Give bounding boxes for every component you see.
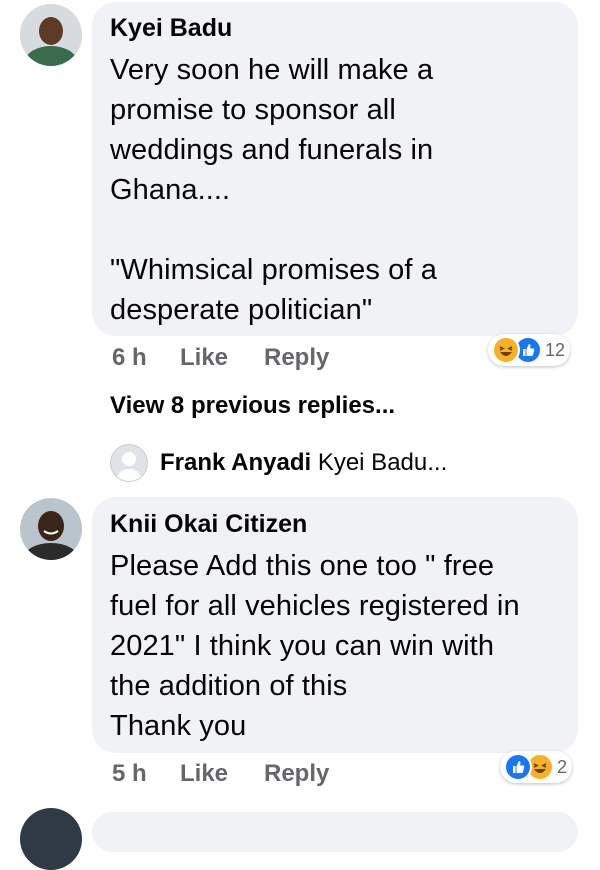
haha-icon <box>492 336 520 364</box>
reaction-summary[interactable]: 12 <box>488 334 571 366</box>
reply-preview-snippet: Kyei Badu... <box>317 449 448 476</box>
comment-text: Please Add this one too " free fuel for … <box>110 550 520 742</box>
comment-timestamp[interactable]: 5 h <box>112 760 147 788</box>
comment-author[interactable]: Knii Okai Citizen <box>110 510 307 539</box>
like-button[interactable]: Like <box>180 344 228 372</box>
reply-button[interactable]: Reply <box>264 760 329 788</box>
reaction-count: 12 <box>545 339 566 360</box>
reaction-summary[interactable]: 2 <box>500 751 573 783</box>
view-previous-replies-link[interactable]: View 8 previous replies... <box>110 392 395 420</box>
comment-author[interactable]: Kyei Badu <box>110 14 232 43</box>
default-avatar-icon[interactable] <box>110 444 148 482</box>
avatar-knii-okai-citizen[interactable] <box>20 498 82 560</box>
comment-timestamp[interactable]: 6 h <box>112 344 147 372</box>
reaction-count: 2 <box>557 756 568 777</box>
reply-preview[interactable]: Frank Anyadi Kyei Badu... <box>160 449 447 477</box>
like-button[interactable]: Like <box>180 760 228 788</box>
comment-text: Very soon he will make a promise to spon… <box>110 54 437 326</box>
comment-bubble-next <box>92 812 578 852</box>
reply-preview-author[interactable]: Frank Anyadi <box>160 449 311 476</box>
avatar-kyei-badu[interactable] <box>20 4 82 66</box>
like-icon <box>504 753 532 781</box>
reply-button[interactable]: Reply <box>264 344 329 372</box>
avatar-next-comment[interactable] <box>20 808 82 870</box>
